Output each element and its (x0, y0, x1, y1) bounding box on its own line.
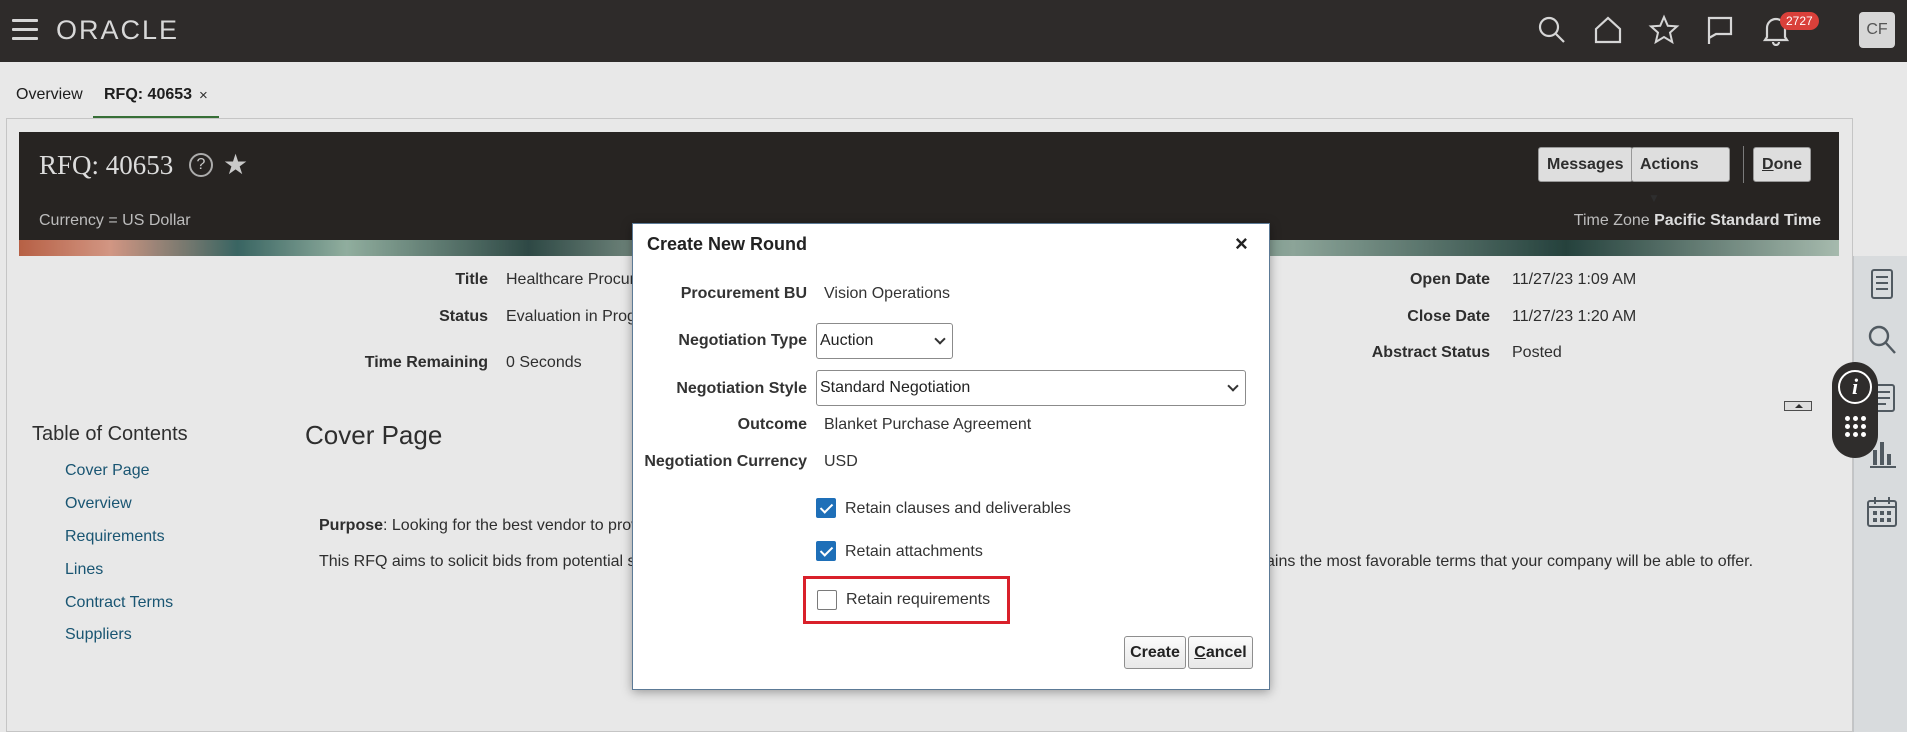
negotiation-style-select[interactable]: Standard Negotiation (816, 370, 1246, 406)
retain-clauses-label[interactable]: Retain clauses and deliverables (845, 500, 1071, 518)
menu-icon[interactable] (12, 19, 38, 41)
negotiation-type-value: Auction (820, 332, 874, 349)
retain-requirements-checkbox[interactable] (817, 590, 837, 610)
cancel-access-key: C (1194, 644, 1206, 661)
dialog-title: Create New Round (647, 234, 808, 254)
app-grid-icon[interactable] (1843, 414, 1867, 438)
retain-clauses-checkbox[interactable] (816, 498, 836, 518)
dialog-close-icon[interactable]: × (1235, 231, 1248, 257)
oracle-logo[interactable]: ORACLE (56, 15, 179, 46)
negotiation-type-select[interactable]: Auction (816, 323, 953, 359)
home-icon[interactable] (1592, 14, 1624, 46)
negotiation-currency-label: Negotiation Currency (644, 453, 807, 470)
procurement-bu-label: Procurement BU (680, 285, 807, 302)
user-avatar[interactable]: CF (1859, 12, 1895, 48)
procurement-bu-value: Vision Operations (824, 285, 950, 302)
cancel-button[interactable]: Cancel (1188, 636, 1253, 669)
retain-attachments-checkbox[interactable] (816, 541, 836, 561)
chevron-down-icon (1227, 380, 1239, 392)
search-icon[interactable] (1536, 14, 1568, 46)
outcome-label: Outcome (737, 416, 807, 433)
cancel-label-rest: ancel (1205, 644, 1247, 661)
flag-icon[interactable] (1704, 14, 1736, 46)
notifications-badge: 2727 (1780, 12, 1819, 30)
negotiation-currency-value: USD (824, 453, 858, 470)
retain-requirements-label[interactable]: Retain requirements (846, 591, 990, 609)
global-header: ORACLE 2727 CF (0, 0, 1907, 62)
outcome-value: Blanket Purchase Agreement (824, 416, 1032, 433)
retain-attachments-label[interactable]: Retain attachments (845, 543, 983, 561)
chevron-down-icon (934, 333, 946, 345)
info-icon[interactable]: i (1838, 370, 1872, 404)
negotiation-style-label: Negotiation Style (676, 380, 807, 397)
negotiation-style-value: Standard Negotiation (820, 379, 971, 396)
favorites-star-icon[interactable] (1648, 14, 1680, 46)
negotiation-type-label: Negotiation Type (678, 332, 807, 349)
create-button[interactable]: Create (1124, 636, 1186, 669)
